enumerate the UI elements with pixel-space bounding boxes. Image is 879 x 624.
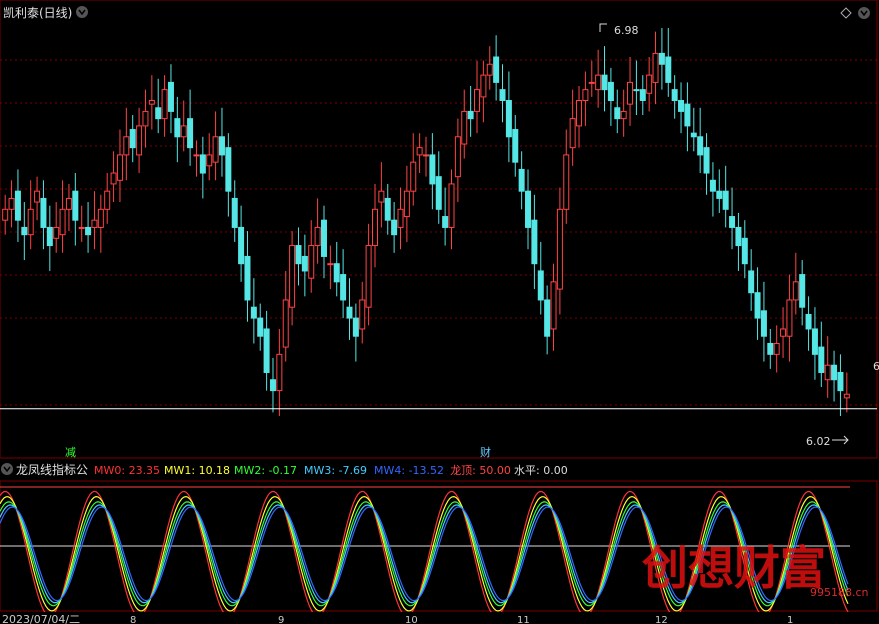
legend-item: MW3: -7.69 xyxy=(304,464,367,477)
main-panel xyxy=(0,0,878,459)
month-tick: 1 xyxy=(787,615,793,624)
settings-dropdown-icon[interactable] xyxy=(858,7,870,19)
legend-item: 水平: 0.00 xyxy=(514,464,568,477)
marker-cai: 财 xyxy=(480,445,491,459)
month-tick: 10 xyxy=(405,615,418,624)
indicator-title: 龙凤线指标公 xyxy=(16,462,88,477)
legend-item: MW4: -13.52 xyxy=(374,464,444,477)
svg-text:创想财富: 创想财富 xyxy=(642,541,826,595)
title-dropdown-icon[interactable] xyxy=(76,6,88,18)
legend-item: MW1: 10.18 xyxy=(164,464,230,477)
marker-jian: 减 xyxy=(65,446,76,459)
indicator-dropdown-icon[interactable] xyxy=(1,463,13,475)
legend-item: MW2: -0.17 xyxy=(234,464,297,477)
legend-item: 龙顶: 50.00 xyxy=(450,464,511,477)
svg-text:6.98: 6.98 xyxy=(614,24,639,37)
svg-text:995188.cn: 995188.cn xyxy=(810,586,869,599)
month-tick: 8 xyxy=(130,615,136,624)
x-axis-start-date: 2023/07/04/二 xyxy=(2,613,80,624)
stock-chart[interactable]: 6 凯利泰(日线) 6.98 6.02 减 财 龙凤线指标公 MW0: 23.3… xyxy=(0,0,879,624)
month-tick: 12 xyxy=(655,615,668,624)
month-tick: 11 xyxy=(517,615,530,624)
month-tick: 9 xyxy=(278,615,284,624)
right-axis-tick: 6 xyxy=(873,360,879,373)
legend-item: MW0: 23.35 xyxy=(94,464,160,477)
indicator-legend: MW0: 23.35 MW1: 10.18 MW2: -0.17 MW3: -7.69… xyxy=(94,464,568,477)
svg-text:6.02: 6.02 xyxy=(806,435,831,448)
chart-title: 凯利泰(日线) xyxy=(3,6,72,20)
